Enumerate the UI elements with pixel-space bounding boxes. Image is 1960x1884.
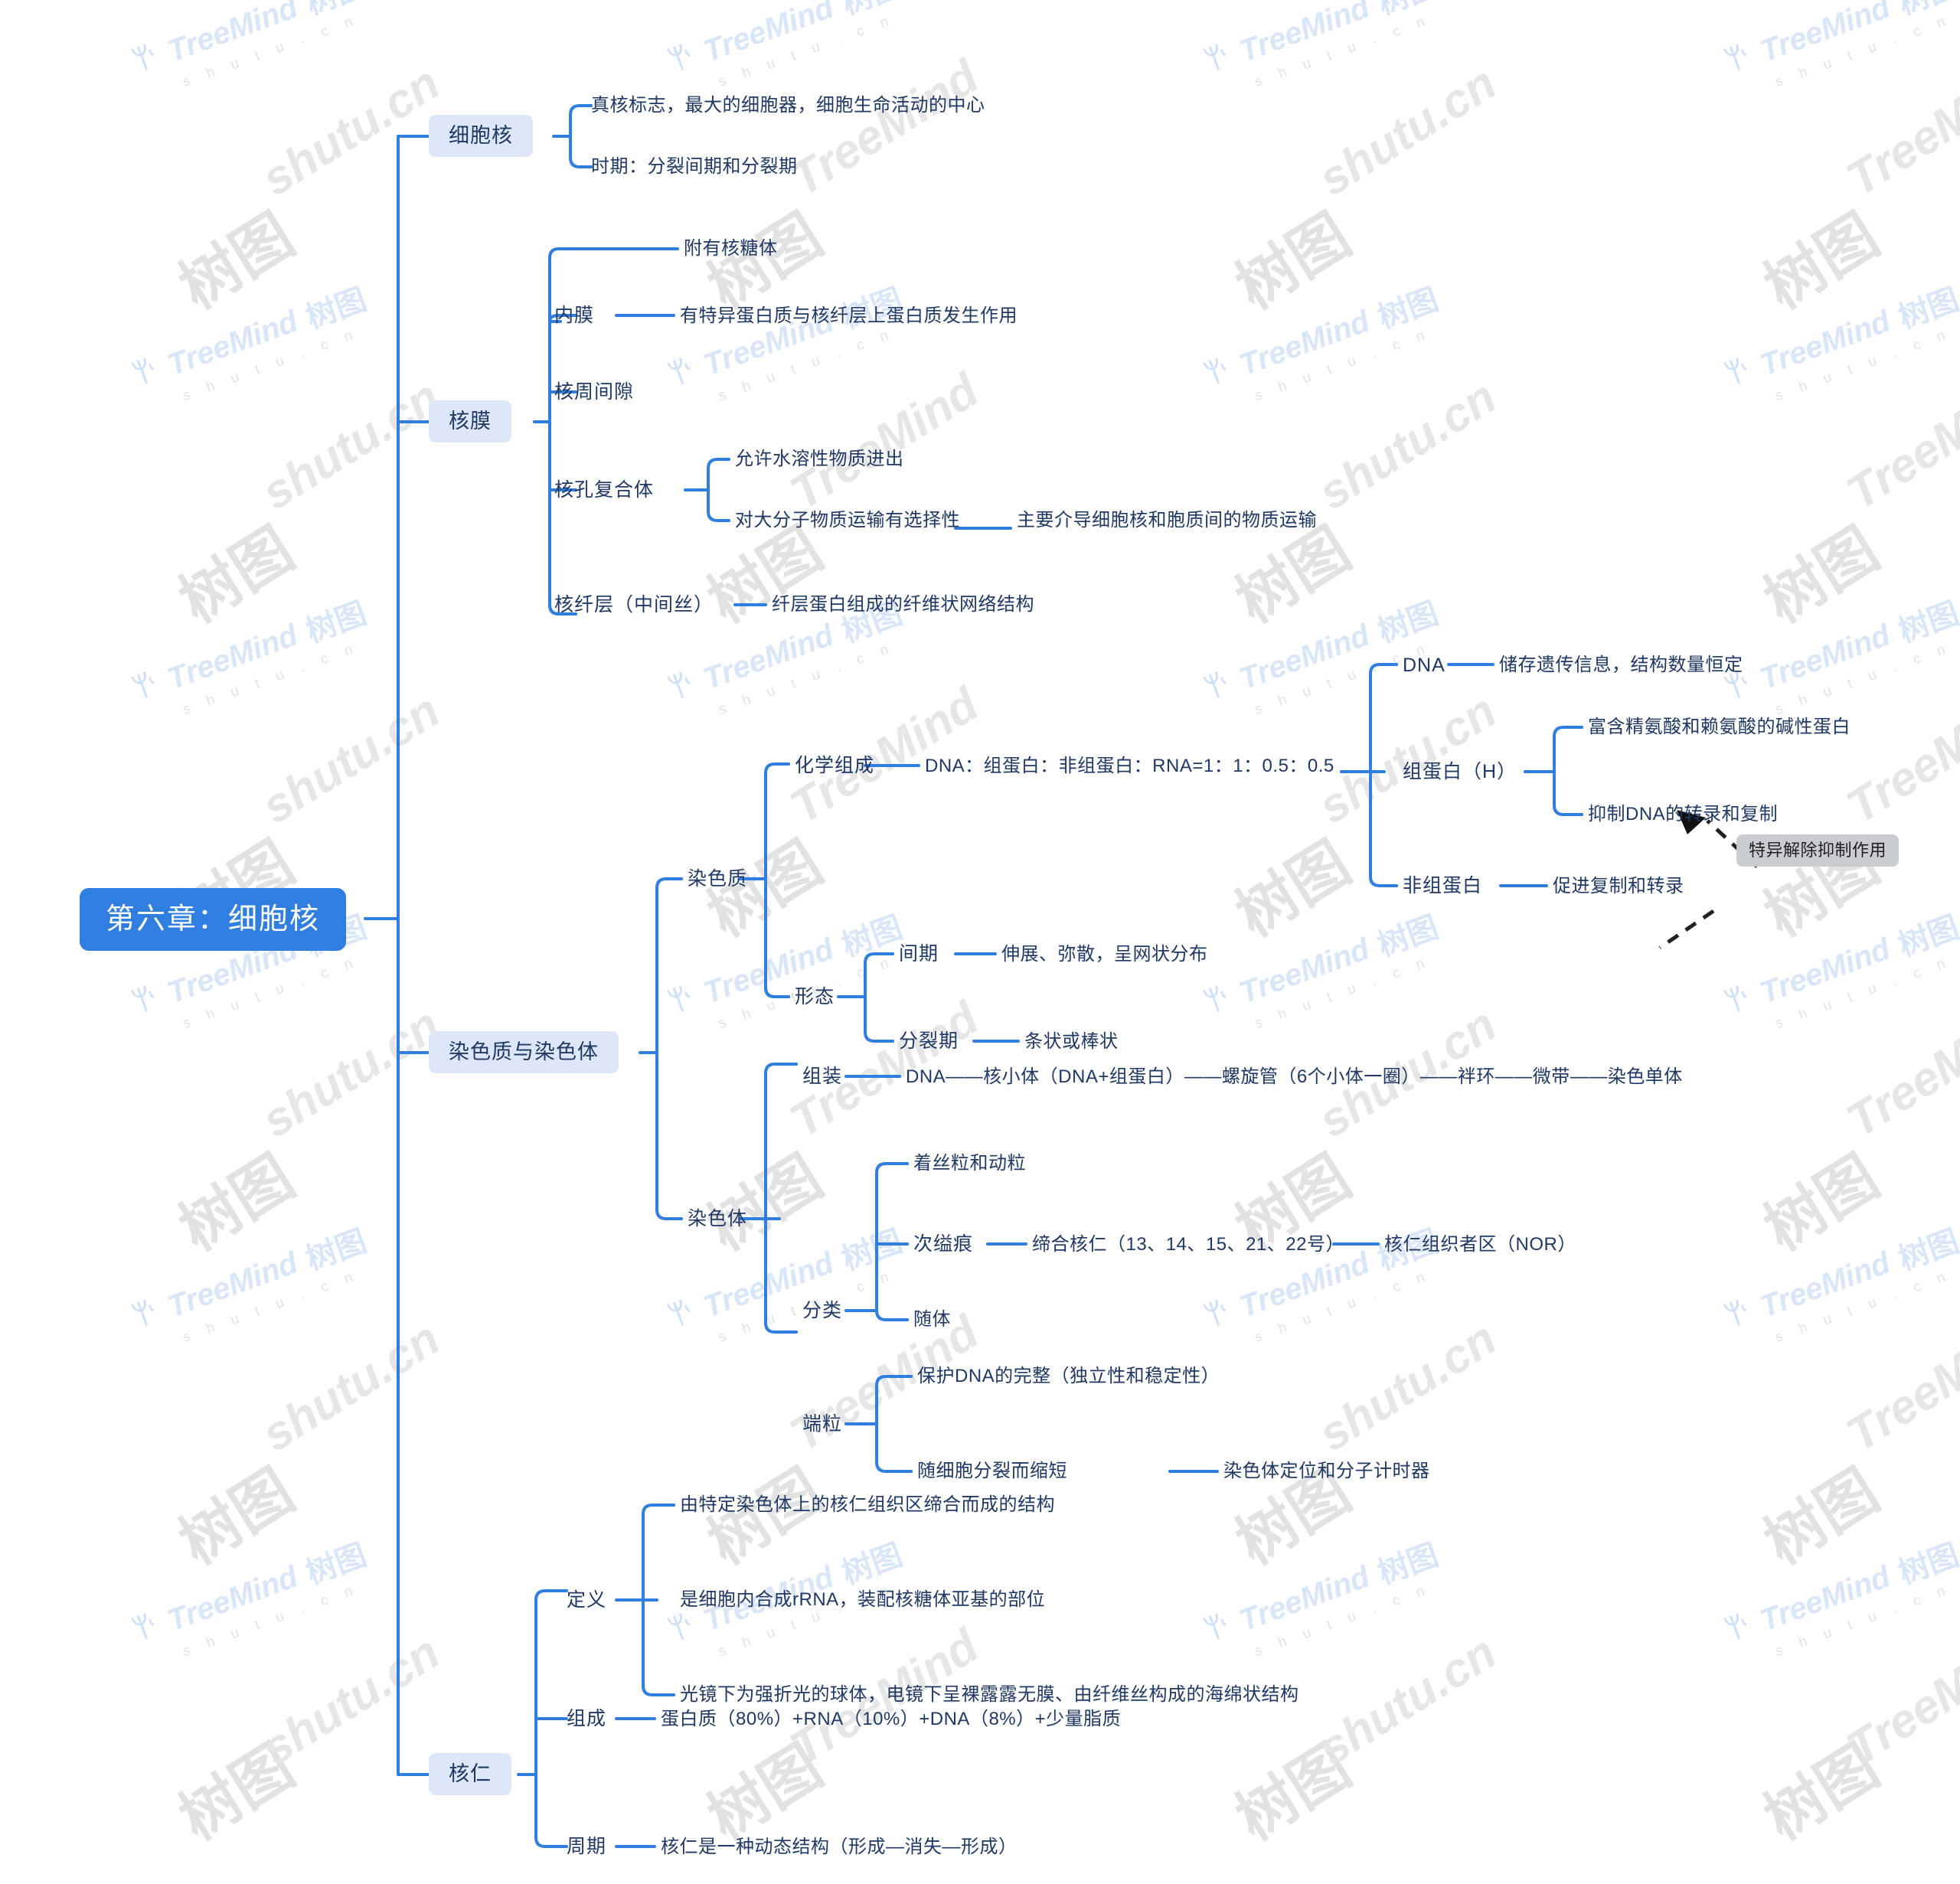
node-dna[interactable]: DNA bbox=[1403, 656, 1446, 675]
node-assembly[interactable]: 组装 bbox=[802, 1067, 842, 1086]
branch-chromatin-chromosome[interactable]: 染色质与染色体 bbox=[429, 1031, 619, 1073]
leaf-nor[interactable]: 核仁组织者区（NOR） bbox=[1384, 1236, 1576, 1254]
node-nuclear-lamina[interactable]: 核纤层（中间丝） bbox=[554, 596, 714, 615]
branch-cell-nucleus[interactable]: 细胞核 bbox=[429, 115, 533, 157]
node-nonhistone[interactable]: 非组蛋白 bbox=[1403, 877, 1482, 896]
branch-nucleolus[interactable]: 核仁 bbox=[429, 1753, 511, 1795]
leaf-secondary-constriction-desc[interactable]: 缔合核仁（13、14、15、21、22号） bbox=[1032, 1236, 1344, 1254]
leaf-histone-basic-protein[interactable]: 富含精氨酸和赖氨酸的碱性蛋白 bbox=[1588, 718, 1851, 736]
leaf-assembly-desc[interactable]: DNA——核小体（DNA+组蛋白）——螺旋管（6个小体一圈）——袢环——微带——… bbox=[906, 1068, 1683, 1086]
leaf-composition-desc[interactable]: 蛋白质（80%）+RNA（10%）+DNA（8%）+少量脂质 bbox=[661, 1710, 1121, 1729]
node-chromatin[interactable]: 染色质 bbox=[688, 870, 747, 889]
leaf-nuclear-lamina-desc[interactable]: 纤层蛋白组成的纤维状网络结构 bbox=[772, 596, 1034, 614]
leaf-telomere-protect[interactable]: 保护DNA的完整（独立性和稳定性） bbox=[917, 1367, 1220, 1386]
leaf-telomere-shorten[interactable]: 随细胞分裂而缩短 bbox=[917, 1462, 1067, 1481]
node-histone[interactable]: 组蛋白（H） bbox=[1403, 762, 1517, 782]
node-interphase[interactable]: 间期 bbox=[899, 945, 939, 964]
leaf-satellite[interactable]: 随体 bbox=[913, 1311, 951, 1329]
leaf-period[interactable]: 时期：分裂间期和分裂期 bbox=[591, 158, 798, 176]
leaf-mitotic-phase-desc[interactable]: 条状或棒状 bbox=[1024, 1033, 1119, 1051]
node-definition[interactable]: 定义 bbox=[567, 1591, 606, 1610]
leaf-centromere-kinetochore[interactable]: 着丝粒和动粒 bbox=[913, 1154, 1026, 1173]
node-morphology[interactable]: 形态 bbox=[795, 988, 835, 1007]
node-classification[interactable]: 分类 bbox=[802, 1301, 842, 1321]
node-composition[interactable]: 组成 bbox=[567, 1709, 606, 1729]
branch-nuclear-membrane[interactable]: 核膜 bbox=[429, 400, 511, 442]
leaf-histone-inhibit[interactable]: 抑制DNA的转录和复制 bbox=[1588, 805, 1778, 824]
leaf-inner-membrane-desc[interactable]: 有特异蛋白质与核纤层上蛋白质发生作用 bbox=[680, 307, 1018, 325]
root-node[interactable]: 第六章：细胞核 bbox=[80, 888, 347, 951]
leaf-ribosome[interactable]: 附有核糖体 bbox=[684, 240, 778, 258]
leaf-interphase-desc[interactable]: 伸展、弥散，呈网状分布 bbox=[1001, 945, 1208, 964]
leaf-definition-c[interactable]: 光镜下为强折光的球体，电镜下呈裸露露无膜、由纤维丝构成的海绵状结构 bbox=[680, 1686, 1299, 1704]
node-secondary-constriction[interactable]: 次缢痕 bbox=[913, 1235, 973, 1254]
node-mitotic-phase[interactable]: 分裂期 bbox=[899, 1032, 959, 1051]
node-perinuclear-space[interactable]: 核周间隙 bbox=[554, 383, 634, 402]
node-cycle[interactable]: 周期 bbox=[567, 1837, 606, 1856]
callout-specific-derepression[interactable]: 特异解除抑制作用 bbox=[1736, 834, 1900, 867]
leaf-chemical-ratio[interactable]: DNA：组蛋白：非组蛋白：RNA=1：1：0.5：0.5 bbox=[925, 757, 1334, 775]
leaf-dna-desc[interactable]: 储存遗传信息，结构数量恒定 bbox=[1499, 656, 1743, 674]
leaf-definition-b[interactable]: 是细胞内合成rRNA，装配核糖体亚基的部位 bbox=[680, 1591, 1045, 1609]
node-inner-membrane[interactable]: 内膜 bbox=[554, 306, 594, 325]
leaf-pore-selective[interactable]: 对大分子物质运输有选择性 bbox=[735, 511, 960, 530]
node-chromosome[interactable]: 染色体 bbox=[688, 1210, 747, 1229]
leaf-pore-water-soluble[interactable]: 允许水溶性物质进出 bbox=[735, 450, 904, 469]
leaf-definition-a[interactable]: 由特定染色体上的核仁组织区缔合而成的结构 bbox=[680, 1496, 1055, 1514]
leaf-true-marker[interactable]: 真核标志，最大的细胞器，细胞生命活动的中心 bbox=[591, 96, 985, 115]
leaf-telomere-shorten-desc[interactable]: 染色体定位和分子计时器 bbox=[1223, 1462, 1430, 1481]
leaf-nonhistone-desc[interactable]: 促进复制和转录 bbox=[1553, 877, 1684, 896]
leaf-cycle-desc[interactable]: 核仁是一种动态结构（形成—消失—形成） bbox=[661, 1838, 1018, 1856]
node-chemical-composition[interactable]: 化学组成 bbox=[795, 756, 874, 775]
node-telomere[interactable]: 端粒 bbox=[802, 1415, 842, 1434]
leaf-pore-selective-desc[interactable]: 主要介导细胞核和胞质间的物质运输 bbox=[1017, 511, 1317, 530]
node-nuclear-pore-complex[interactable]: 核孔复合体 bbox=[554, 481, 654, 500]
